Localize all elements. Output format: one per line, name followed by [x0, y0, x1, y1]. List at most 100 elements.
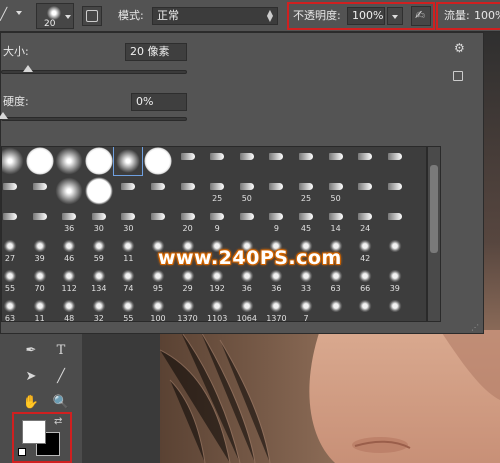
brush-preset-cell[interactable]	[25, 147, 54, 177]
brush-preset-cell[interactable]: 134	[85, 267, 113, 297]
scrollbar-thumb[interactable]	[430, 165, 438, 253]
brush-preset-cell[interactable]: 66	[351, 267, 379, 297]
brush-preset-cell[interactable]: 29	[174, 267, 202, 297]
brush-preset-cell[interactable]	[55, 177, 84, 207]
pressure-opacity-button[interactable]: ✍	[411, 6, 431, 26]
settings-gear-icon[interactable]: ⚙	[454, 41, 465, 55]
brush-preset-cell[interactable]	[381, 147, 409, 177]
path-select-icon[interactable]: ➤	[20, 366, 42, 388]
brush-preset-cell[interactable]	[381, 177, 409, 207]
brush-preset-cell[interactable]	[233, 147, 261, 177]
brush-preset-cell[interactable]: 30	[85, 207, 113, 237]
brush-preset-cell[interactable]	[174, 147, 202, 177]
zoom-tool-icon[interactable]: 🔍	[50, 392, 72, 414]
mode-select[interactable]: 正常 ▲ ▼	[152, 7, 278, 25]
brush-preset-cell[interactable]: 11	[114, 237, 142, 267]
resize-grip-icon[interactable]: ⋰	[471, 323, 479, 332]
brush-preset-cell[interactable]: 20	[174, 207, 202, 237]
brush-preset-cell[interactable]	[84, 147, 113, 177]
brush-preset-cell[interactable]: 33	[292, 267, 320, 297]
brush-preset-cell[interactable]	[351, 147, 379, 177]
brush-preset-cell[interactable]	[203, 147, 231, 177]
brush-preset-cell[interactable]	[381, 207, 409, 237]
brush-preset-cell[interactable]: 50	[322, 177, 350, 207]
brush-preset-cell[interactable]: 74	[114, 267, 142, 297]
brush-preset-cell[interactable]: 27	[2, 237, 24, 267]
brush-preset-cell[interactable]	[322, 297, 350, 321]
brush-preset-cell[interactable]: 59	[85, 237, 113, 267]
brush-preset-cell[interactable]	[26, 177, 54, 207]
brush-preset-cell[interactable]	[144, 207, 172, 237]
hardness-slider-thumb[interactable]	[0, 112, 8, 119]
swap-colors-icon[interactable]: ⇄	[54, 416, 62, 427]
brush-preset-cell[interactable]: 25	[292, 177, 320, 207]
brush-preset-cell[interactable]	[351, 177, 379, 207]
brush-preset-cell[interactable]: 39	[26, 237, 54, 267]
flow-value[interactable]: 100%	[474, 9, 500, 23]
brush-preset-cell[interactable]: 1064	[233, 297, 261, 321]
brush-preset-cell[interactable]	[2, 147, 24, 177]
foreground-color-swatch[interactable]	[22, 420, 46, 444]
brush-preset-cell[interactable]	[113, 147, 144, 177]
line-tool-icon[interactable]: ╱	[50, 366, 72, 388]
brush-preset-cell[interactable]: 45	[292, 207, 320, 237]
size-slider-thumb[interactable]	[23, 65, 34, 72]
size-field[interactable]: 20 像素	[125, 43, 187, 61]
opacity-dropdown-button[interactable]	[387, 7, 403, 25]
brush-preset-cell[interactable]: 39	[381, 267, 409, 297]
brush-preset-cell[interactable]: 100	[144, 297, 172, 321]
brush-preset-cell[interactable]: 32	[85, 297, 113, 321]
brush-preset-cell[interactable]: 55	[2, 267, 24, 297]
brush-preset-cell[interactable]	[114, 177, 142, 207]
opacity-field[interactable]: 100%	[347, 7, 385, 25]
hand-tool-icon[interactable]: ✋	[20, 392, 42, 414]
brush-preset-cell[interactable]: 36	[55, 207, 83, 237]
brush-preset-cell[interactable]: 63	[2, 297, 24, 321]
brush-preset-cell[interactable]	[322, 147, 350, 177]
default-colors-icon[interactable]	[18, 448, 26, 456]
brush-panel-toggle-button[interactable]	[82, 6, 102, 26]
brush-preset-cell[interactable]: 55	[114, 297, 142, 321]
brush-preset-cell[interactable]: 46	[55, 237, 83, 267]
brush-preset-cell[interactable]: 48	[55, 297, 83, 321]
brush-preset-cell[interactable]: 9	[262, 207, 290, 237]
brush-preset-cell[interactable]: 11	[26, 297, 54, 321]
brush-preset-cell[interactable]: 63	[322, 267, 350, 297]
brush-preset-cell[interactable]: 36	[262, 267, 290, 297]
brush-tool-icon[interactable]: ╱	[0, 7, 16, 23]
brush-preset-cell[interactable]	[2, 207, 24, 237]
brush-preset-cell[interactable]	[2, 177, 24, 207]
size-slider[interactable]	[1, 65, 187, 74]
brush-preset-cell[interactable]: 70	[26, 267, 54, 297]
brush-preset-cell[interactable]	[233, 207, 261, 237]
brush-preset-cell[interactable]	[84, 177, 113, 207]
brush-preset-cell[interactable]	[26, 207, 54, 237]
brush-preset-cell[interactable]: 1370	[262, 297, 290, 321]
brush-preset-cell[interactable]: 95	[144, 267, 172, 297]
brush-preset-cell[interactable]	[381, 297, 409, 321]
brush-preset-cell[interactable]	[262, 177, 290, 207]
brush-preset-cell[interactable]: 9	[203, 207, 231, 237]
brush-preset-cell[interactable]: 192	[203, 267, 231, 297]
brush-preset-cell[interactable]: 112	[55, 267, 83, 297]
brush-preset-cell[interactable]	[262, 147, 290, 177]
brush-preset-cell[interactable]	[381, 237, 409, 267]
brush-preset-cell[interactable]	[55, 147, 84, 177]
brush-preset-cell[interactable]: 7	[292, 297, 320, 321]
new-preset-icon[interactable]	[453, 71, 463, 81]
hardness-slider[interactable]	[0, 112, 187, 121]
brush-preset-cell[interactable]	[144, 147, 172, 177]
type-tool-icon[interactable]: T	[50, 340, 72, 362]
pen-tool-icon[interactable]: ✒	[20, 340, 42, 362]
tool-dropdown-arrow-icon[interactable]	[16, 11, 22, 15]
brush-preset-cell[interactable]: 24	[351, 207, 379, 237]
brush-list-scrollbar[interactable]	[427, 146, 441, 322]
brush-preset-cell[interactable]	[174, 177, 202, 207]
hardness-field[interactable]: 0%	[131, 93, 187, 111]
brush-preset-cell[interactable]: 30	[114, 207, 142, 237]
brush-preset-cell[interactable]: 14	[322, 207, 350, 237]
brush-preset-cell[interactable]: 42	[351, 237, 379, 267]
brush-preset-cell[interactable]	[144, 177, 172, 207]
brush-preset-cell[interactable]	[292, 147, 320, 177]
canvas-photo[interactable]	[160, 330, 500, 463]
